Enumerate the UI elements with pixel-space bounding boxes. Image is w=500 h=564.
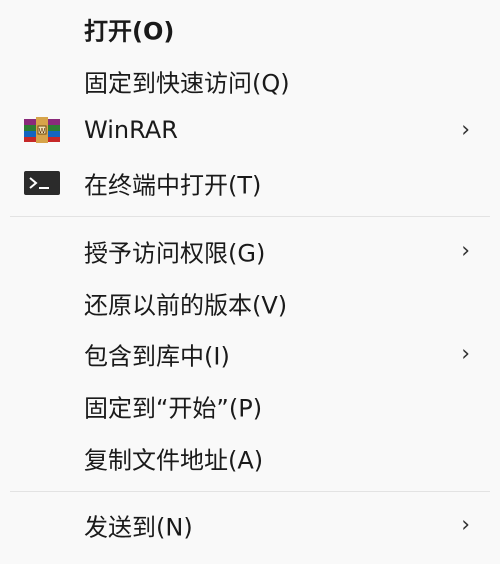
menu-item-restore-previous-versions[interactable]: 还原以前的版本(V) xyxy=(0,280,500,326)
chevron-right-icon: › xyxy=(461,341,470,367)
svg-text:W: W xyxy=(39,127,46,135)
menu-item-label: 授予访问权限(G) xyxy=(84,239,266,268)
menu-item-pin-quick-access[interactable]: 固定到快速访问(Q) xyxy=(0,58,500,104)
menu-item-open-in-terminal[interactable]: 在终端中打开(T) xyxy=(0,160,500,206)
menu-item-label: 包含到库中(I) xyxy=(84,342,230,371)
menu-item-label: 固定到“开始”(P) xyxy=(84,394,263,423)
menu-item-give-access[interactable]: 授予访问权限(G) › xyxy=(0,228,500,274)
menu-item-label: 还原以前的版本(V) xyxy=(84,291,288,320)
menu-item-label: WinRAR xyxy=(84,116,178,144)
menu-item-label: 打开(O) xyxy=(84,17,175,46)
context-menu: 打开(O) 固定到快速访问(Q) W WinRAR › 在终端中打开(T) 授予… xyxy=(0,0,500,564)
menu-item-copy-as-path[interactable]: 复制文件地址(A) xyxy=(0,435,500,481)
menu-item-label: 复制文件地址(A) xyxy=(84,446,264,475)
terminal-icon xyxy=(24,170,60,196)
menu-item-label: 固定到快速访问(Q) xyxy=(84,69,290,98)
chevron-right-icon: › xyxy=(461,117,470,143)
menu-item-pin-to-start[interactable]: 固定到“开始”(P) xyxy=(0,383,500,429)
menu-separator xyxy=(10,491,490,492)
winrar-icon: W xyxy=(24,117,60,143)
chevron-right-icon: › xyxy=(461,238,470,264)
menu-item-label: 发送到(N) xyxy=(84,513,193,542)
menu-item-label: 在终端中打开(T) xyxy=(84,171,262,200)
menu-item-open[interactable]: 打开(O) xyxy=(0,6,500,52)
menu-item-include-in-library[interactable]: 包含到库中(I) › xyxy=(0,331,500,377)
menu-separator xyxy=(10,216,490,217)
menu-item-send-to[interactable]: 发送到(N) › xyxy=(0,502,500,548)
menu-item-winrar[interactable]: W WinRAR › xyxy=(0,107,500,153)
chevron-right-icon: › xyxy=(461,512,470,538)
